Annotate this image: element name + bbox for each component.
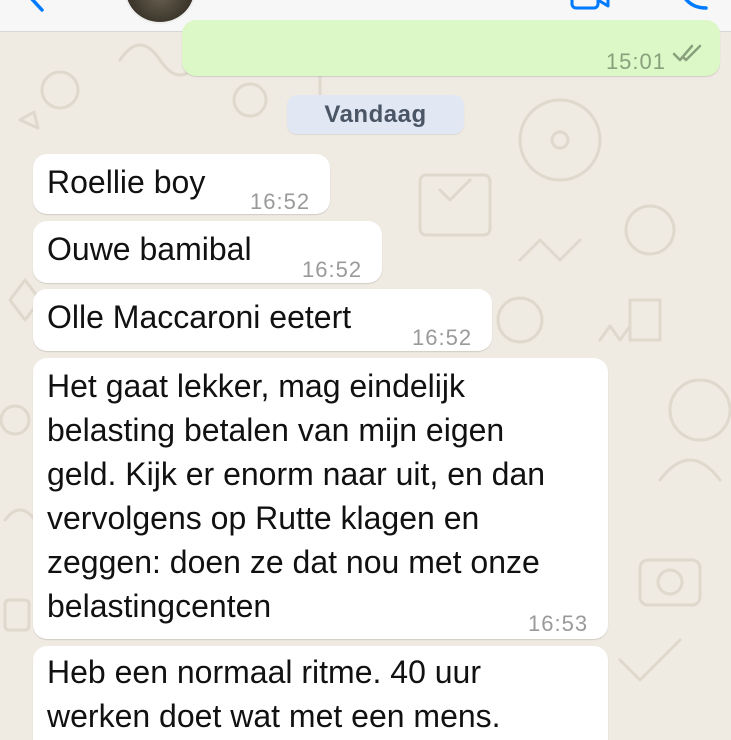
incoming-message-bubble[interactable]: Het gaat lekker, mag eindelijk belasting… (33, 358, 608, 639)
outgoing-message-bubble[interactable]: 15:01 (182, 20, 720, 76)
message-text: Het gaat lekker, mag eindelijk belasting… (47, 368, 546, 624)
message-text: Heb een normaal ritme. 40 uur werken doe… (47, 654, 501, 734)
date-separator: Vandaag (287, 95, 464, 134)
phone-icon[interactable] (676, 0, 712, 12)
message-time: 16:52 (412, 325, 473, 350)
message-text: Ouwe bamibal (47, 231, 252, 267)
chevron-left-icon[interactable] (22, 0, 52, 12)
message-text: Olle Maccaroni eetert (47, 299, 352, 335)
message-time: 16:53 (528, 611, 589, 636)
incoming-message-bubble[interactable]: Heb een normaal ritme. 40 uur werken doe… (33, 646, 608, 740)
incoming-message-bubble[interactable]: Roellie boy 16:52 (33, 154, 330, 214)
message-time: 15:01 (605, 49, 666, 74)
incoming-message-bubble[interactable]: Olle Maccaroni eetert 16:52 (33, 289, 492, 351)
double-check-icon (672, 44, 702, 62)
contact-avatar[interactable] (124, 0, 196, 24)
message-time: 16:52 (250, 189, 311, 214)
message-time: 16:52 (302, 257, 363, 282)
video-camera-icon[interactable] (570, 0, 610, 10)
incoming-message-bubble[interactable]: Ouwe bamibal 16:52 (33, 221, 382, 283)
message-text: Roellie boy (47, 164, 206, 200)
